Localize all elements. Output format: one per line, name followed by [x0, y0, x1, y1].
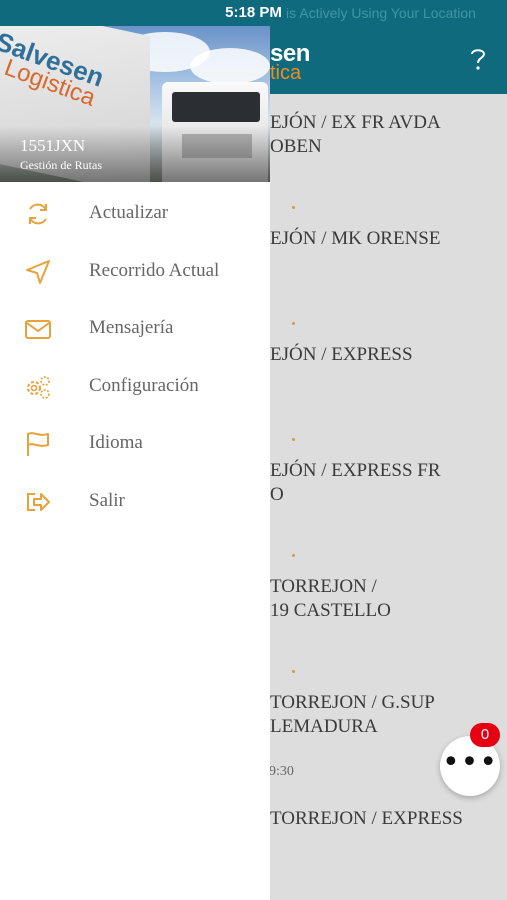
vehicle-plate: 1551JXN	[20, 136, 86, 155]
menu-label: Salir	[89, 489, 125, 511]
status-time: 5:18 PM	[225, 4, 282, 21]
logout-icon	[27, 492, 50, 511]
app-subtitle: Gestión de Rutas	[20, 158, 102, 172]
menu-label: Recorrido Actual	[89, 259, 220, 281]
route-subtitle: 19 CASTELLO	[270, 600, 391, 621]
route-marker	[292, 438, 295, 441]
route-title: EJÓN / EXPRESS FR	[270, 460, 441, 481]
route-marker	[292, 670, 295, 673]
drawer-menu: Actualizar Recorrido Actual Mensajería C…	[0, 186, 270, 531]
menu-label: Mensajería	[89, 317, 174, 338]
logo-text-bottom: tica	[270, 62, 302, 84]
cloud-shape	[190, 48, 270, 84]
route-title: EJÓN / MK ORENSE	[270, 228, 441, 249]
refresh-icon	[29, 203, 47, 225]
drawer-header-image: Salvesen Logistica 1551JXN Gestión de Ru…	[0, 26, 270, 182]
menu-item-configuracion[interactable]: Configuración	[0, 359, 270, 417]
route-subtitle: O	[270, 484, 284, 505]
envelope-icon	[25, 320, 51, 339]
route-marker	[292, 322, 295, 325]
route-title: TORREJON / G.SUP	[270, 692, 435, 713]
route-marker	[292, 554, 295, 557]
question-icon[interactable]	[469, 46, 487, 72]
menu-item-idioma[interactable]: Idioma	[0, 416, 270, 474]
route-title: TORREJON / EXPRESS	[270, 808, 463, 829]
navigation-arrow-icon	[26, 259, 50, 284]
notification-badge: 0	[470, 723, 500, 747]
status-bar: is Actively Using Your Location 5:18 PM	[0, 0, 507, 26]
truck-windshield	[172, 92, 260, 122]
navigation-drawer: Salvesen Logistica 1551JXN Gestión de Ru…	[0, 26, 270, 900]
menu-item-mensajeria[interactable]: Mensajería	[0, 301, 270, 359]
route-subtitle: OBEN	[270, 136, 322, 157]
route-title: TORREJON /	[270, 576, 377, 597]
menu-item-recorrido-actual[interactable]: Recorrido Actual	[0, 244, 270, 302]
route-title: EJÓN / EXPRESS	[270, 344, 413, 365]
gears-icon	[27, 375, 50, 399]
menu-item-actualizar[interactable]: Actualizar	[0, 186, 270, 244]
menu-label: Configuración	[89, 374, 199, 396]
flag-icon	[27, 432, 49, 456]
menu-label: Actualizar	[89, 202, 169, 223]
route-title: EJÓN / EX FR AVDA	[270, 112, 441, 133]
route-marker	[292, 206, 295, 209]
menu-label: Idioma	[89, 432, 143, 453]
route-subtitle: LEMADURA	[270, 716, 378, 737]
menu-item-salir[interactable]: Salir	[0, 474, 270, 532]
more-dots-icon: •••	[441, 745, 499, 780]
